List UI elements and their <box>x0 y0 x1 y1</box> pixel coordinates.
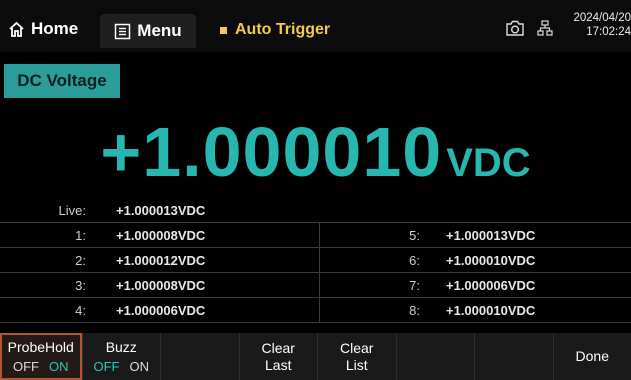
clear-last-label-2: Last <box>265 356 292 373</box>
history-list: Live: +1.000013VDC 1: +1.000008VDC 5: +1… <box>0 198 631 326</box>
history-index: 7: <box>409 278 420 293</box>
column-divider <box>319 222 320 323</box>
history-index: 3: <box>75 278 86 293</box>
home-button[interactable]: Home <box>8 12 98 46</box>
softkey-empty[interactable] <box>160 333 239 380</box>
clear-list-button[interactable]: Clear List <box>317 333 396 380</box>
history-index: 8: <box>409 303 420 318</box>
date-text: 2024/04/20 <box>573 12 631 24</box>
clear-last-label-1: Clear <box>261 339 295 356</box>
probehold-off-option: OFF <box>13 358 39 374</box>
history-value: +1.000008VDC <box>116 278 206 293</box>
datetime: 2024/04/20 17:02:24 <box>560 11 631 39</box>
row-divider <box>0 247 631 248</box>
history-value: +1.000006VDC <box>446 278 536 293</box>
row-divider <box>0 297 631 298</box>
history-row: 3: +1.000008VDC 7: +1.000006VDC <box>0 275 631 296</box>
history-live-row: Live: +1.000013VDC <box>0 200 631 221</box>
reading-unit: VDC <box>446 141 531 185</box>
menu-icon <box>115 23 131 39</box>
menu-button[interactable]: Menu <box>100 14 196 48</box>
softkey-empty[interactable] <box>474 333 553 380</box>
main-reading: +1.000010 VDC <box>0 112 631 192</box>
softkey-empty[interactable] <box>395 333 474 380</box>
history-row: 4: +1.000006VDC 8: +1.000010VDC <box>0 300 631 321</box>
trigger-indicator-icon <box>220 26 227 34</box>
menu-label: Menu <box>137 21 182 40</box>
history-value: +1.000010VDC <box>446 303 536 318</box>
buzz-off-option: OFF <box>93 358 120 374</box>
live-label: Live: <box>58 203 86 218</box>
probehold-label: ProbeHold <box>7 338 74 355</box>
clear-list-label-2: List <box>345 356 368 373</box>
history-index: 5: <box>409 228 420 243</box>
home-label: Home <box>31 19 79 38</box>
history-value: +1.000010VDC <box>446 253 536 268</box>
probehold-toggle[interactable]: ProbeHold OFF ON <box>0 333 82 380</box>
row-divider <box>0 222 631 223</box>
history-index: 4: <box>75 303 86 318</box>
clear-list-label-1: Clear <box>340 339 374 356</box>
function-tab-dc-voltage[interactable]: DC Voltage <box>4 64 120 98</box>
history-row: 2: +1.000012VDC 6: +1.000010VDC <box>0 250 631 271</box>
probehold-options: OFF ON <box>13 358 69 375</box>
buzz-toggle[interactable]: Buzz OFF ON <box>81 333 160 380</box>
clear-last-button[interactable]: Clear Last <box>238 333 317 380</box>
row-divider <box>0 322 631 323</box>
time-text: 17:02:24 <box>586 26 631 38</box>
camera-icon[interactable] <box>505 20 525 37</box>
history-value: +1.000006VDC <box>116 303 206 318</box>
history-index: 2: <box>75 253 86 268</box>
trigger-label: Auto Trigger <box>235 21 331 38</box>
home-icon <box>9 21 24 37</box>
history-row: 1: +1.000008VDC 5: +1.000013VDC <box>0 225 631 246</box>
history-value: +1.000008VDC <box>116 228 206 243</box>
softkey-bar: ProbeHold OFF ON Buzz OFF ON Clear Last … <box>0 333 631 380</box>
row-divider <box>0 272 631 273</box>
buzz-on-option: ON <box>129 358 150 374</box>
buzz-options: OFF ON <box>94 358 150 375</box>
top-bar: Home Menu Auto Trigger 2024/04/20 17:02:… <box>0 0 631 52</box>
probehold-on-option: ON <box>49 358 69 374</box>
buzz-label: Buzz <box>105 338 137 355</box>
live-value: +1.000013VDC <box>116 203 206 218</box>
done-label: Done <box>575 348 609 364</box>
history-index: 1: <box>75 228 86 243</box>
history-value: +1.000012VDC <box>116 253 206 268</box>
history-index: 6: <box>409 253 420 268</box>
network-icon <box>537 20 553 36</box>
reading-value: +1.000010 <box>100 113 443 191</box>
done-button[interactable]: Done <box>552 333 631 380</box>
history-value: +1.000013VDC <box>446 228 536 243</box>
trigger-status[interactable]: Auto Trigger <box>220 21 330 39</box>
